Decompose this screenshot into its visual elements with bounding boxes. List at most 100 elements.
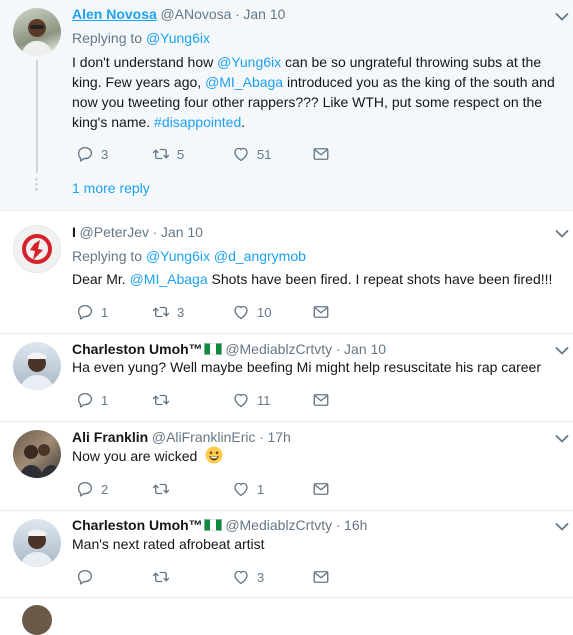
direct-message-button[interactable] — [312, 144, 330, 164]
handle[interactable]: @PeterJev — [80, 224, 149, 240]
separator-dot: · — [152, 224, 158, 240]
replying-to: Replying to @Yung6ix @d_angrymob — [72, 248, 306, 264]
tweet-text: Man's next rated afrobeat artist — [72, 536, 265, 552]
timestamp[interactable]: Jan 10 — [344, 341, 386, 357]
divider — [0, 597, 573, 598]
avatar[interactable] — [13, 519, 61, 567]
chevron-down-icon[interactable] — [555, 346, 569, 356]
display-name[interactable]: Charleston Umoh™ — [72, 341, 203, 357]
action-bar: 2 1 — [72, 479, 372, 499]
retweet-icon — [152, 303, 170, 321]
action-bar: 1 11 — [72, 390, 372, 410]
retweet-count: 3 — [177, 304, 185, 320]
replying-to: Replying to @Yung6ix — [72, 30, 210, 46]
retweet-icon — [152, 568, 170, 586]
tweet-header: Charleston Umoh™ @MediablzCrtvty · Jan 1… — [72, 341, 386, 357]
handle[interactable]: @MediablzCrtvty — [225, 517, 332, 533]
reply-count: 2 — [101, 481, 109, 497]
avatar[interactable] — [13, 430, 61, 478]
reply-button[interactable]: 3 — [76, 144, 108, 164]
tweet-header: Alen Novosa @ANovosa · Jan 10 — [72, 6, 285, 22]
display-name[interactable]: Charleston Umoh™ — [72, 517, 203, 533]
retweet-button[interactable] — [152, 390, 177, 410]
mention-link[interactable]: @MI_Abaga — [130, 271, 208, 287]
reply-button[interactable]: 1 — [76, 390, 108, 410]
timestamp[interactable]: Jan 10 — [243, 6, 285, 22]
reply-icon — [76, 303, 94, 321]
direct-message-button[interactable] — [312, 302, 330, 322]
like-count: 10 — [257, 304, 272, 320]
retweet-count: 5 — [177, 146, 185, 162]
mention-link[interactable]: @MI_Abaga — [205, 74, 283, 90]
tweet-text: Now you are wicked — [72, 446, 557, 466]
text-segment: I don't understand how — [72, 54, 218, 70]
mention-link[interactable]: @Yung6ix — [146, 30, 210, 46]
like-icon — [232, 303, 250, 321]
retweet-button[interactable]: 5 — [152, 144, 184, 164]
reply-icon — [76, 391, 94, 409]
action-bar: 3 5 51 — [72, 144, 372, 164]
replying-label: Replying to — [72, 30, 143, 46]
mention-link[interactable]: @Yung6ix — [217, 54, 281, 70]
like-count: 1 — [257, 481, 265, 497]
chevron-down-icon[interactable] — [555, 434, 569, 444]
tweet-peterjev[interactable]: I @PeterJev · Jan 10 Replying to @Yung6i… — [0, 211, 573, 333]
retweet-button[interactable] — [152, 567, 177, 587]
more-replies-link[interactable]: 1 more reply — [72, 180, 150, 196]
display-name[interactable]: I — [72, 224, 76, 240]
like-button[interactable]: 1 — [232, 479, 264, 499]
direct-message-button[interactable] — [312, 390, 330, 410]
avatar[interactable] — [13, 342, 61, 390]
more-replies-dots — [35, 178, 38, 191]
chevron-down-icon[interactable] — [555, 522, 569, 532]
like-button[interactable]: 51 — [232, 144, 271, 164]
handle[interactable]: @AliFranklinEric — [152, 429, 256, 445]
timestamp[interactable]: 17h — [267, 429, 290, 445]
handle[interactable]: @ANovosa — [160, 6, 231, 22]
retweet-button[interactable]: 3 — [152, 302, 184, 322]
reply-count: 1 — [101, 304, 109, 320]
reply-button[interactable]: 2 — [76, 479, 108, 499]
direct-message-button[interactable] — [312, 567, 330, 587]
chevron-down-icon[interactable] — [555, 229, 569, 239]
avatar[interactable] — [13, 225, 61, 273]
reply-button[interactable] — [76, 567, 101, 587]
nigeria-flag-icon — [204, 343, 222, 355]
reply-button[interactable]: 1 — [76, 302, 108, 322]
retweet-icon — [152, 480, 170, 498]
avatar[interactable] — [22, 605, 52, 635]
message-icon — [312, 480, 330, 498]
tweet-charleston-umoh[interactable]: Charleston Umoh™ @MediablzCrtvty · Jan 1… — [0, 334, 573, 421]
like-icon — [232, 391, 250, 409]
like-icon — [232, 145, 250, 163]
tweet-charleston-umoh-2[interactable]: Charleston Umoh™ @MediablzCrtvty · 16h M… — [0, 511, 573, 597]
avatar[interactable] — [13, 8, 61, 56]
timestamp[interactable]: Jan 10 — [161, 224, 203, 240]
tweet-text: I don't understand how @Yung6ix can be s… — [72, 52, 557, 132]
display-name[interactable]: Ali Franklin — [72, 429, 148, 445]
like-icon — [232, 480, 250, 498]
text-segment: Now you are wicked — [72, 448, 198, 464]
retweet-button[interactable] — [152, 479, 177, 499]
thread-line — [36, 60, 38, 173]
like-count: 11 — [257, 392, 271, 408]
hashtag-link[interactable]: #disappointed — [154, 114, 241, 130]
timestamp[interactable]: 16h — [344, 517, 367, 533]
handle[interactable]: @MediablzCrtvty — [225, 341, 332, 357]
display-name[interactable]: Alen Novosa — [72, 6, 157, 22]
chevron-down-icon[interactable] — [555, 12, 569, 22]
action-bar: 1 3 10 — [72, 302, 372, 322]
replying-label: Replying to — [72, 248, 143, 264]
tweet-ali-franklin[interactable]: Ali Franklin @AliFranklinEric · 17h Now … — [0, 422, 573, 510]
direct-message-button[interactable] — [312, 479, 330, 499]
mention-link[interactable]: @Yung6ix — [146, 248, 210, 264]
separator-dot: · — [335, 517, 341, 533]
like-icon — [232, 568, 250, 586]
message-icon — [312, 303, 330, 321]
like-button[interactable]: 3 — [232, 567, 264, 587]
like-count: 51 — [257, 146, 272, 162]
like-button[interactable]: 10 — [232, 302, 271, 322]
like-button[interactable]: 11 — [232, 390, 271, 410]
tweet-alen-novosa[interactable]: Alen Novosa @ANovosa · Jan 10 Replying t… — [0, 0, 573, 210]
mention-link[interactable]: @d_angrymob — [214, 248, 306, 264]
